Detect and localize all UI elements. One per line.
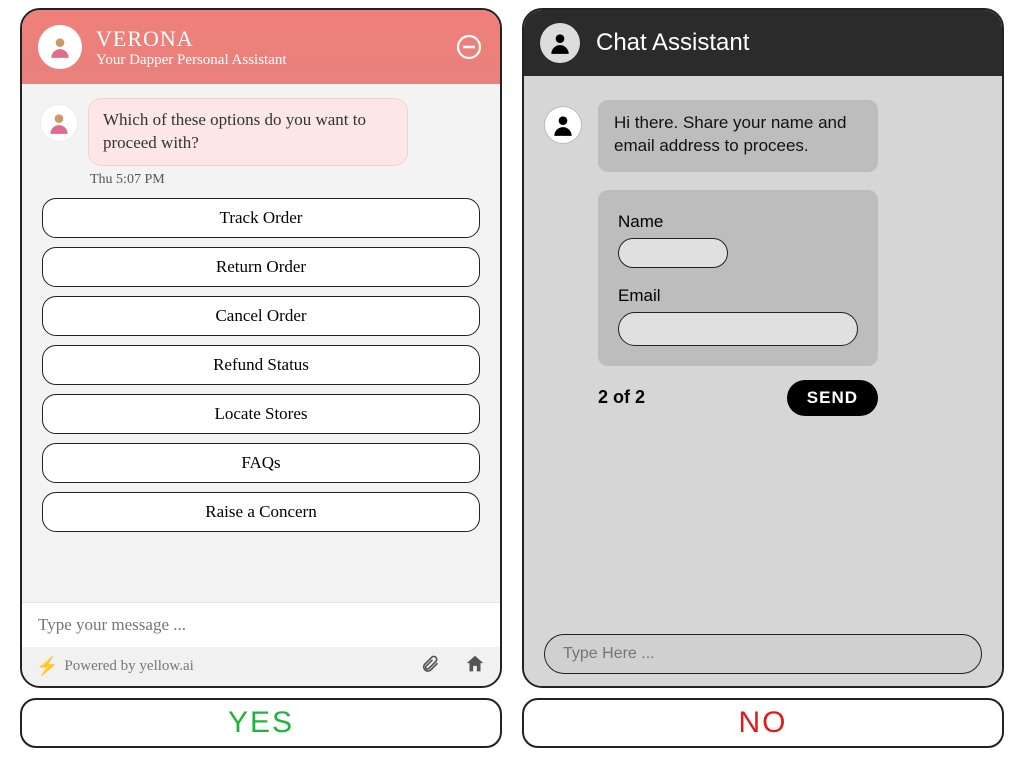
option-raise-concern[interactable]: Raise a Concern xyxy=(42,492,480,532)
minimize-button[interactable] xyxy=(454,32,484,62)
assistant-title: Chat Assistant xyxy=(596,29,749,57)
email-label: Email xyxy=(618,286,858,306)
name-label: Name xyxy=(618,212,858,232)
person-icon xyxy=(547,30,573,56)
message-row: Hi there. Share your name and email addr… xyxy=(544,100,982,172)
send-button[interactable]: SEND xyxy=(787,380,878,416)
form-footer: 2 of 2 SEND xyxy=(598,380,878,416)
message-input[interactable] xyxy=(544,634,982,674)
person-icon xyxy=(47,34,73,60)
chat-footer: ⚡ Powered by yellow.ai xyxy=(22,647,500,686)
chat-body: Which of these options do you want to pr… xyxy=(22,84,500,602)
quick-reply-list: Track Order Return Order Cancel Order Re… xyxy=(40,198,482,532)
option-locate-stores[interactable]: Locate Stores xyxy=(42,394,480,434)
assistant-avatar xyxy=(540,23,580,63)
option-cancel-order[interactable]: Cancel Order xyxy=(42,296,480,336)
email-input[interactable] xyxy=(618,312,858,346)
home-icon[interactable] xyxy=(464,653,486,680)
person-icon xyxy=(46,110,72,136)
powered-by-text: Powered by yellow.ai xyxy=(64,658,193,675)
step-counter: 2 of 2 xyxy=(598,387,645,408)
option-track-order[interactable]: Track Order xyxy=(42,198,480,238)
option-refund-status[interactable]: Refund Status xyxy=(42,345,480,385)
chat-header: VERONA Your Dapper Personal Assistant xyxy=(22,10,500,84)
assistant-message-bubble: Which of these options do you want to pr… xyxy=(88,98,408,166)
bolt-icon: ⚡ xyxy=(36,656,58,677)
name-input[interactable] xyxy=(618,238,728,268)
minimize-icon xyxy=(456,34,482,60)
person-icon xyxy=(550,112,576,138)
option-return-order[interactable]: Return Order xyxy=(42,247,480,287)
option-faqs[interactable]: FAQs xyxy=(42,443,480,483)
assistant-subtitle: Your Dapper Personal Assistant xyxy=(96,52,287,69)
message-timestamp: Thu 5:07 PM xyxy=(90,172,482,188)
chat-header: Chat Assistant xyxy=(524,10,1002,76)
assistant-name: VERONA xyxy=(96,26,287,52)
message-avatar xyxy=(544,106,582,144)
verona-chat-panel: VERONA Your Dapper Personal Assistant Wh… xyxy=(20,8,502,688)
attachment-icon[interactable] xyxy=(420,654,440,680)
assistant-avatar xyxy=(38,25,82,69)
message-input-area xyxy=(544,634,982,674)
generic-chat-panel: Chat Assistant Hi there. Share your name… xyxy=(522,8,1004,688)
header-title-block: VERONA Your Dapper Personal Assistant xyxy=(96,26,287,69)
lead-form: Name Email xyxy=(598,190,878,366)
assistant-message-bubble: Hi there. Share your name and email addr… xyxy=(598,100,878,172)
yes-label: YES xyxy=(20,698,502,748)
no-label: NO xyxy=(522,698,1004,748)
message-input-area xyxy=(22,602,500,647)
message-row: Which of these options do you want to pr… xyxy=(40,98,482,166)
message-input[interactable] xyxy=(38,615,484,635)
chat-body: Hi there. Share your name and email addr… xyxy=(524,76,1002,686)
message-avatar xyxy=(40,104,78,142)
